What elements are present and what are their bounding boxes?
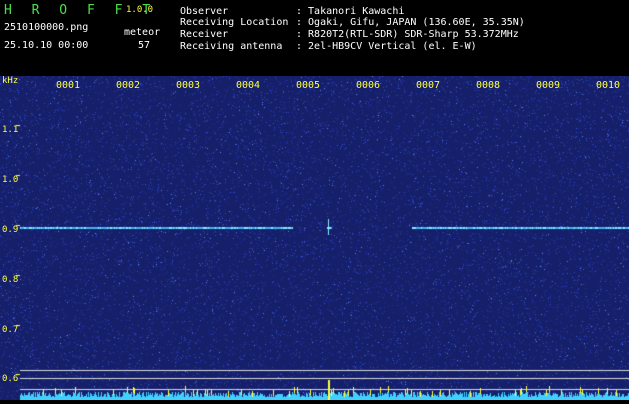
- x-tick-label-0010: 0010: [596, 80, 621, 91]
- x-tick-label-0007: 0007: [416, 80, 441, 91]
- y-tick-label-0-9: 0.9: [2, 225, 19, 235]
- app-version: 1.0.0: [126, 5, 154, 15]
- x-tick-label-0003: 0003: [176, 80, 201, 91]
- y-axis-unit: kHz: [2, 76, 19, 86]
- x-tick-label-0009: 0009: [536, 80, 561, 91]
- spectrogram-canvas: [0, 76, 629, 400]
- meteor-count: 57: [138, 40, 151, 51]
- antenna-value: : 2el-HB9CV Vertical (el. E-W): [296, 41, 477, 52]
- y-tick-label-0-6: 0.6: [2, 374, 19, 384]
- receiver-label: Receiver: [180, 29, 229, 40]
- x-tick-label-0001: 0001: [56, 80, 81, 91]
- receiver-value: : R820T2(RTL-SDR) SDR-Sharp 53.372MHz: [296, 29, 519, 40]
- date-time: 25.10.10 00:00: [4, 40, 89, 51]
- y-tick-label-1-0: 1.0: [2, 175, 19, 185]
- x-tick-label-0006: 0006: [356, 80, 381, 91]
- file-name: 2510100000.png: [4, 22, 89, 33]
- x-tick-label-0002: 0002: [116, 80, 141, 91]
- header-panel: H R O F F T 1.0.0 2510100000.png meteor …: [0, 0, 629, 76]
- location-label: Receiving Location: [180, 17, 289, 28]
- x-tick-label-0008: 0008: [476, 80, 501, 91]
- location-value: : Ogaki, Gifu, JAPAN (136.60E, 35.35N): [296, 17, 525, 28]
- spectrogram-area: [0, 76, 629, 400]
- x-tick-label-0004: 0004: [236, 80, 261, 91]
- y-tick-label-0-7: 0.7: [2, 325, 19, 335]
- meteor-label: meteor: [124, 27, 161, 38]
- y-tick-label-0-8: 0.8: [2, 275, 19, 285]
- y-tick-label-1-1: 1.1: [2, 125, 19, 135]
- antenna-label: Receiving antenna: [180, 41, 283, 52]
- x-tick-label-0005: 0005: [296, 80, 321, 91]
